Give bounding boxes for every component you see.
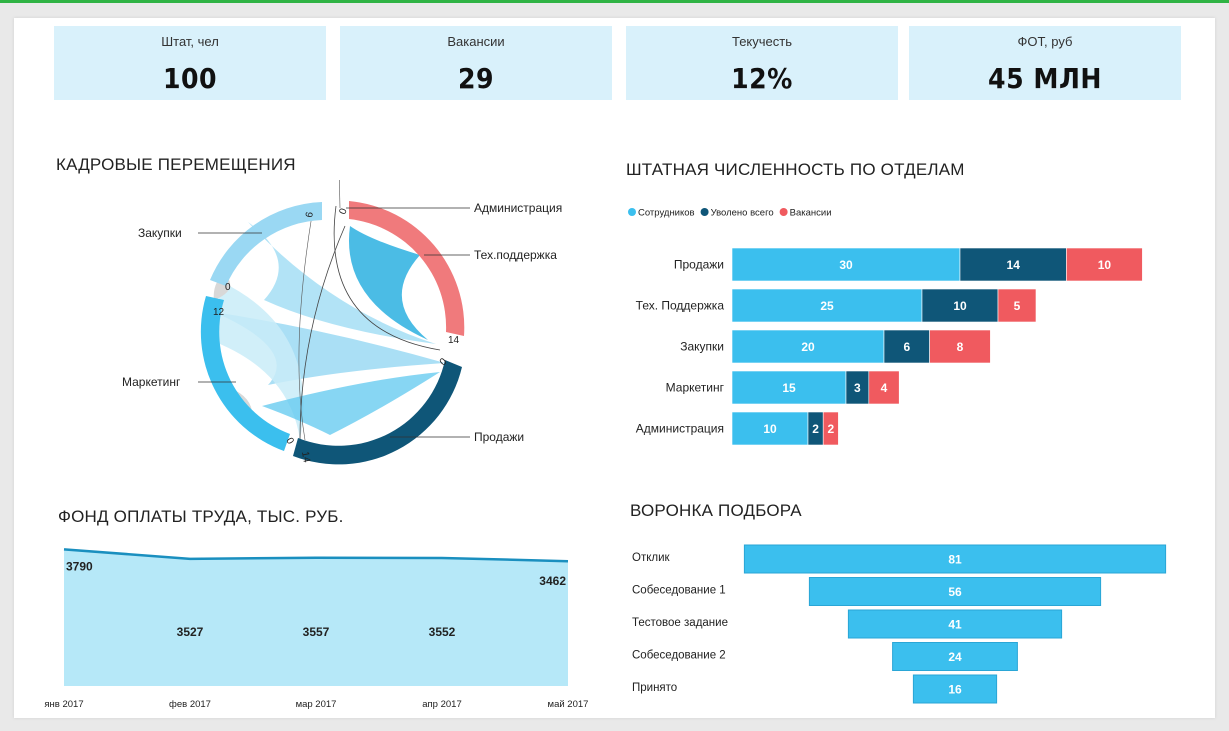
staff-bar-chart: Сотрудников Уволено всего Вакансии Продажи 3…: [628, 208, 1143, 446]
data-label: 25: [820, 299, 834, 313]
data-label: 6: [903, 340, 910, 354]
data-label: 30: [839, 258, 853, 272]
category-label: Продажи: [674, 258, 724, 272]
kpi-vacancies: Вакансии 29: [340, 26, 612, 100]
area-fill: [64, 549, 568, 686]
data-label: 15: [782, 381, 796, 395]
funnel-stage-label: Тестовое задание: [632, 617, 728, 629]
kpi-label: Текучесть: [731, 34, 792, 49]
legend-swatch: [628, 208, 636, 216]
chord-ribbon-line: [339, 180, 341, 209]
kpi-label: ФОТ, руб: [1017, 34, 1073, 49]
payroll-area-chart: 3790 3527 3557 3552 3462 янв 2017 фев 2017 мар …: [44, 548, 589, 710]
data-label: 24: [948, 650, 962, 664]
group-label-sales: Продажи: [474, 430, 524, 444]
funnel-title: ВОРОНКА ПОДБОРА: [630, 501, 802, 520]
legend-label: Вакансии: [790, 208, 832, 219]
data-label: 2: [812, 422, 819, 436]
data-label: 20: [801, 340, 815, 354]
kpi-label: Штат, чел: [161, 34, 219, 49]
funnel-stage-label: Собеседование 2: [632, 650, 726, 662]
data-label: 3462: [539, 574, 566, 588]
data-label: 10: [953, 299, 967, 313]
data-label: 56: [948, 585, 962, 599]
data-label: 3552: [429, 625, 456, 639]
payroll-title: ФОНД ОПЛАТЫ ТРУДА, ТЫС. РУБ.: [58, 507, 344, 526]
kpi-value: 12%: [731, 62, 793, 95]
chord-tick-label: 14: [299, 451, 312, 464]
chord-tick-label: 14: [448, 335, 460, 346]
data-label: 81: [948, 553, 962, 567]
data-label: 8: [957, 340, 964, 354]
category-label: Тех. Поддержка: [636, 299, 725, 313]
staff-title: ШТАТНАЯ ЧИСЛЕННОСТЬ ПО ОТДЕЛАМ: [626, 160, 965, 179]
x-tick-label: мар 2017: [296, 699, 337, 710]
x-tick-label: фев 2017: [169, 699, 211, 710]
group-label-administration: Администрация: [474, 201, 562, 215]
data-label: 5: [1014, 299, 1021, 313]
category-label: Закупки: [680, 340, 724, 354]
kpi-payroll: ФОТ, руб 45 МЛН: [909, 26, 1181, 100]
data-label: 16: [948, 683, 962, 697]
chord-tick-label: 12: [213, 307, 225, 318]
chord-title: КАДРОВЫЕ ПЕРЕМЕЩЕНИЯ: [56, 155, 296, 174]
kpi-label: Вакансии: [447, 34, 505, 49]
legend-label: Уволено всего: [711, 208, 774, 219]
kpi-value: 29: [457, 62, 495, 95]
data-label: 10: [1098, 258, 1112, 272]
kpi-headcount: Штат, чел 100: [54, 26, 326, 100]
category-label: Администрация: [636, 422, 724, 436]
legend-label: Сотрудников: [638, 208, 695, 219]
kpi-value: 45 МЛН: [988, 62, 1102, 95]
x-tick-label: апр 2017: [422, 699, 461, 710]
legend-swatch: [779, 208, 788, 216]
x-tick-label: май 2017: [548, 699, 589, 710]
data-label: 3527: [177, 625, 204, 639]
category-label: Маркетинг: [666, 381, 725, 395]
data-label: 3790: [66, 559, 93, 573]
recruiting-funnel-chart: Отклик 81 Собеседование 1 56 Тестовое задани…: [632, 544, 1167, 704]
kpi-value: 100: [162, 62, 218, 95]
data-label: 2: [827, 422, 834, 436]
data-label: 3557: [303, 625, 330, 639]
group-label-purchasing: Закупки: [138, 226, 182, 240]
chord-tick-label: 0: [225, 282, 231, 293]
group-label-tech-support: Тех.поддержка: [474, 248, 557, 262]
data-label: 4: [881, 381, 888, 395]
funnel-stage-label: Отклик: [632, 552, 671, 564]
data-label: 3: [854, 381, 861, 395]
group-label-marketing: Маркетинг: [122, 375, 181, 389]
funnel-stage-label: Принято: [632, 682, 677, 694]
data-label: 41: [948, 618, 962, 632]
kpi-turnover: Текучесть 12%: [626, 26, 898, 100]
legend-swatch: [700, 208, 709, 216]
x-tick-label: янв 2017: [44, 699, 83, 710]
data-label: 10: [763, 422, 777, 436]
funnel-stage-label: Собеседование 1: [632, 585, 726, 597]
data-label: 14: [1007, 258, 1021, 272]
chord-diagram: 0 14 0 14 0 12 0 6 Администрация Тех.под…: [122, 180, 562, 465]
